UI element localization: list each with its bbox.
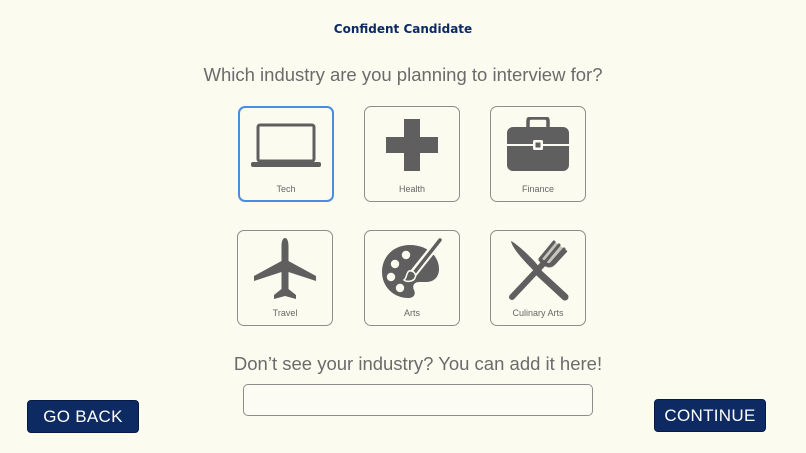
industry-tile-arts[interactable]: Arts [364,230,460,326]
airplane-icon [238,231,332,307]
industry-label-finance: Finance [521,184,555,194]
palette-icon [365,231,459,307]
industry-tile-finance[interactable]: Finance [490,106,586,202]
industry-tile-tech[interactable]: Tech [238,106,334,202]
medical-cross-icon [365,107,459,183]
industry-label-health: Health [398,184,425,194]
industry-label-arts: Arts [403,308,420,318]
add-industry-prompt: Don’t see your industry? You can add it … [233,353,603,374]
industry-tile-travel[interactable]: Travel [237,230,333,326]
laptop-icon [240,108,332,184]
industry-tile-health[interactable]: Health [364,106,460,202]
industry-label-travel: Travel [272,308,298,318]
continue-button[interactable]: CONTINUE [654,399,766,432]
briefcase-icon [491,107,585,183]
page-question: Which industry are you planning to inter… [203,64,603,85]
add-industry-input[interactable] [243,384,593,416]
go-back-button[interactable]: GO BACK [27,400,139,433]
industry-label-culinary-arts: Culinary Arts [512,308,564,318]
fork-knife-icon [491,231,585,307]
industry-label-tech: Tech [276,184,296,194]
app-brand-title: Confident Candidate [333,22,473,36]
industry-tile-culinary-arts[interactable]: Culinary Arts [490,230,586,326]
